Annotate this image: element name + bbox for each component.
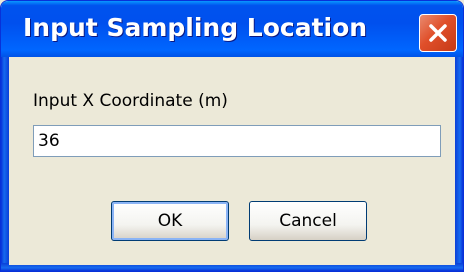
window-border-right — [455, 57, 463, 271]
title-bar[interactable]: Input Sampling Location — [1, 1, 463, 57]
cancel-button[interactable]: Cancel — [249, 201, 367, 241]
window-border-left — [1, 57, 9, 271]
dialog-body: Input X Coordinate (m) OK Cancel — [9, 57, 455, 265]
window-title: Input Sampling Location — [23, 13, 368, 42]
x-coordinate-label: Input X Coordinate (m) — [33, 91, 228, 111]
close-icon — [429, 24, 447, 42]
close-button[interactable] — [419, 14, 457, 52]
dialog-window: Input Sampling Location Input X Coordina… — [0, 0, 464, 272]
ok-button[interactable]: OK — [111, 201, 229, 241]
x-coordinate-input[interactable] — [33, 125, 441, 157]
